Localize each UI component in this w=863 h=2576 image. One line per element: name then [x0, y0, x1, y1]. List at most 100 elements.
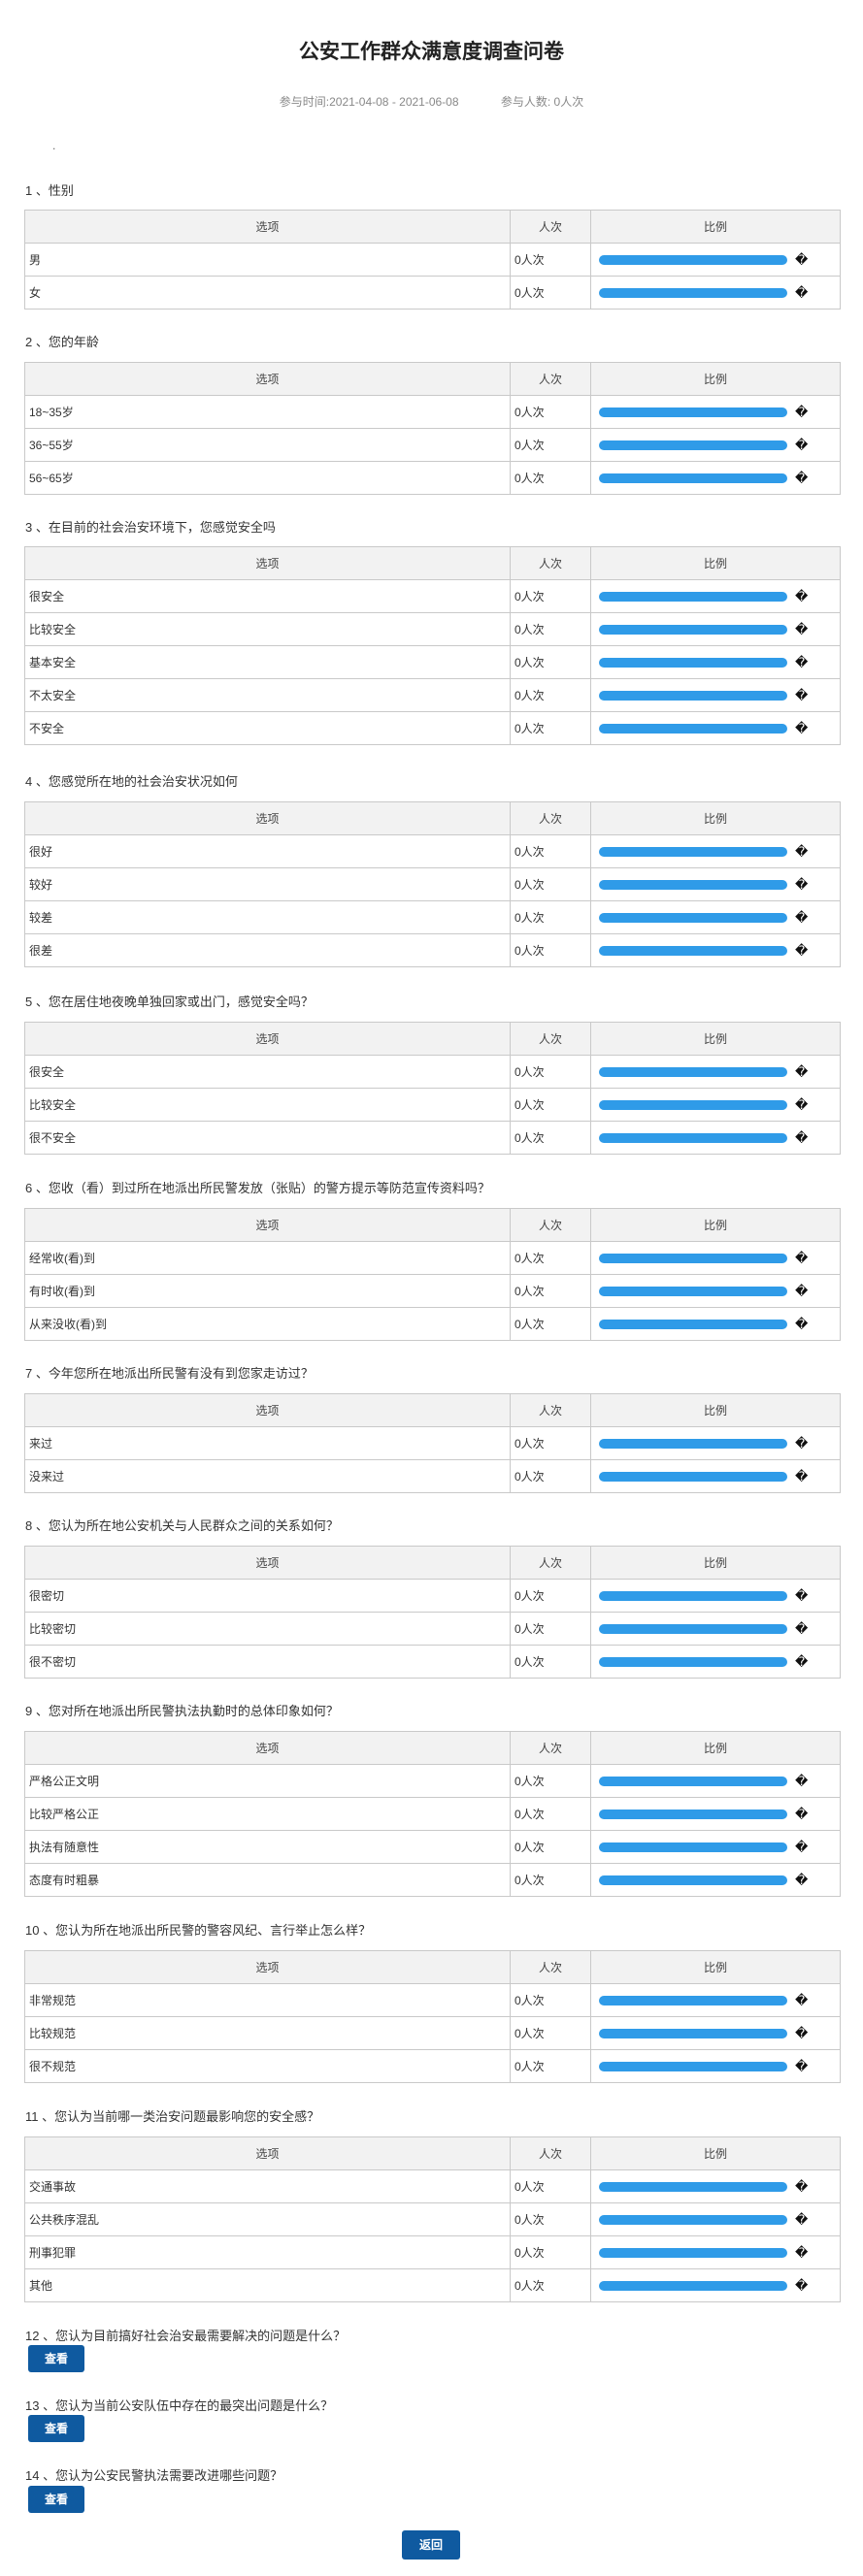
participant-count: 参与人数: 0人次 [500, 95, 584, 109]
option-label: 基本安全 [24, 645, 511, 679]
table-row: 比较安全 0人次 � [24, 1088, 841, 1122]
option-count: 0人次 [510, 1121, 591, 1155]
option-count: 0人次 [510, 276, 591, 310]
option-label: 很不安全 [24, 1121, 511, 1155]
option-label: 从来没收(看)到 [24, 1307, 511, 1341]
option-ratio: � [590, 2235, 841, 2269]
page-title: 公安工作群众满意度调查问卷 [299, 41, 564, 63]
ratio-bar [599, 912, 787, 923]
table-row: 很不规范 0人次 � [24, 2049, 841, 2083]
option-count: 0人次 [510, 933, 591, 967]
option-label: 男 [24, 243, 511, 277]
ratio-bar [599, 2214, 787, 2225]
options-table: 选项 人次 比例 经常收(看)到 0人次 � 有时收(看)到 0人次 � 从来没收(看)到 0人次 � [24, 1208, 841, 1341]
option-count: 0人次 [510, 1612, 591, 1646]
header-count: 人次 [510, 1546, 591, 1580]
survey-meta: 参与时间:2021-04-08 - 2021-06-08 参与人数: 0人次 [0, 93, 863, 110]
option-ratio: � [590, 612, 841, 646]
header-ratio: 比例 [590, 1022, 841, 1056]
option-count: 0人次 [510, 1830, 591, 1864]
option-ratio: � [590, 1863, 841, 1897]
option-label: 很差 [24, 933, 511, 967]
table-row: 很好 0人次 � [24, 834, 841, 868]
ratio-value: � [795, 1250, 809, 1265]
table-row: 36~55岁 0人次 � [24, 428, 841, 462]
table-row: 不安全 0人次 � [24, 711, 841, 745]
option-count: 0人次 [510, 1983, 591, 2017]
ratio-bar [599, 1066, 787, 1077]
table-row: 来过 0人次 � [24, 1426, 841, 1460]
option-ratio: � [590, 867, 841, 901]
table-row: 女 0人次 � [24, 276, 841, 310]
ratio-bar [599, 2247, 787, 2258]
view-button[interactable]: 查看 [28, 2345, 84, 2372]
option-label: 来过 [24, 1426, 511, 1460]
question-title: 13 、您认为当前公安队伍中存在的最突出问题是什么？ [25, 2398, 334, 2413]
table-row: 交通事故 0人次 � [24, 2169, 841, 2203]
table-row: 没来过 0人次 � [24, 1459, 841, 1493]
header-option: 选项 [24, 362, 511, 396]
ratio-bar [599, 690, 787, 701]
ratio-value: � [795, 588, 809, 603]
option-label: 经常收(看)到 [24, 1241, 511, 1275]
header-ratio: 比例 [590, 1393, 841, 1427]
option-label: 较好 [24, 867, 511, 901]
ratio-value: � [795, 1773, 809, 1788]
table-row: 很安全 0人次 � [24, 1055, 841, 1089]
header-option: 选项 [24, 2136, 511, 2170]
option-label: 比较严格公正 [24, 1797, 511, 1831]
ratio-value: � [795, 1283, 809, 1298]
ratio-bar [599, 1623, 787, 1634]
header-ratio: 比例 [590, 210, 841, 244]
ratio-bar [599, 846, 787, 857]
option-label: 不太安全 [24, 678, 511, 712]
option-label: 较差 [24, 900, 511, 934]
option-count: 0人次 [510, 867, 591, 901]
view-button[interactable]: 查看 [28, 2415, 84, 2442]
option-label: 比较安全 [24, 1088, 511, 1122]
option-label: 非常规范 [24, 1983, 511, 2017]
ratio-value: � [795, 942, 809, 958]
question-title: 9 、您对所在地派出所民警执法执勤时的总体印象如何？ [25, 1704, 339, 1718]
table-row: 有时收(看)到 0人次 � [24, 1274, 841, 1308]
header-option: 选项 [24, 1950, 511, 1984]
option-count: 0人次 [510, 900, 591, 934]
ratio-bar [599, 1590, 787, 1601]
table-row: 56~65岁 0人次 � [24, 461, 841, 495]
table-row: 刑事犯罪 0人次 � [24, 2235, 841, 2269]
ratio-value: � [795, 2211, 809, 2227]
option-count: 0人次 [510, 395, 591, 429]
option-label: 有时收(看)到 [24, 1274, 511, 1308]
option-ratio: � [590, 2049, 841, 2083]
option-ratio: � [590, 933, 841, 967]
ratio-bar [599, 1842, 787, 1852]
option-count: 0人次 [510, 1764, 591, 1798]
ratio-bar [599, 1286, 787, 1296]
options-table: 选项 人次 比例 很密切 0人次 � 比较密切 0人次 � 很不密切 0人次 � [24, 1546, 841, 1679]
option-ratio: � [590, 2268, 841, 2302]
back-button[interactable]: 返回 [402, 2530, 460, 2560]
header-ratio: 比例 [590, 1731, 841, 1765]
option-label: 刑事犯罪 [24, 2235, 511, 2269]
option-count: 0人次 [510, 711, 591, 745]
header-ratio: 比例 [590, 362, 841, 396]
ratio-value: � [795, 2025, 809, 2040]
option-label: 18~35岁 [24, 395, 511, 429]
question-title: 14 、您认为公安民警执法需要改进哪些问题？ [25, 2468, 283, 2483]
table-row: 比较密切 0人次 � [24, 1612, 841, 1646]
options-table: 选项 人次 比例 很好 0人次 � 较好 0人次 � 较差 0人次 � 很差 0人次 � [24, 801, 841, 967]
ratio-bar [599, 1438, 787, 1449]
header-option: 选项 [24, 1208, 511, 1242]
ratio-value: � [795, 1839, 809, 1854]
option-label: 交通事故 [24, 2169, 511, 2203]
ratio-value: � [795, 470, 809, 485]
option-ratio: � [590, 1055, 841, 1089]
option-label: 很密切 [24, 1579, 511, 1613]
option-label: 很好 [24, 834, 511, 868]
view-button[interactable]: 查看 [28, 2486, 84, 2513]
ratio-value: � [795, 284, 809, 300]
option-label: 女 [24, 276, 511, 310]
header-count: 人次 [510, 801, 591, 835]
header-option: 选项 [24, 546, 511, 580]
question-title: 11 、您认为当前哪一类治安问题最影响您的安全感？ [25, 2109, 320, 2124]
